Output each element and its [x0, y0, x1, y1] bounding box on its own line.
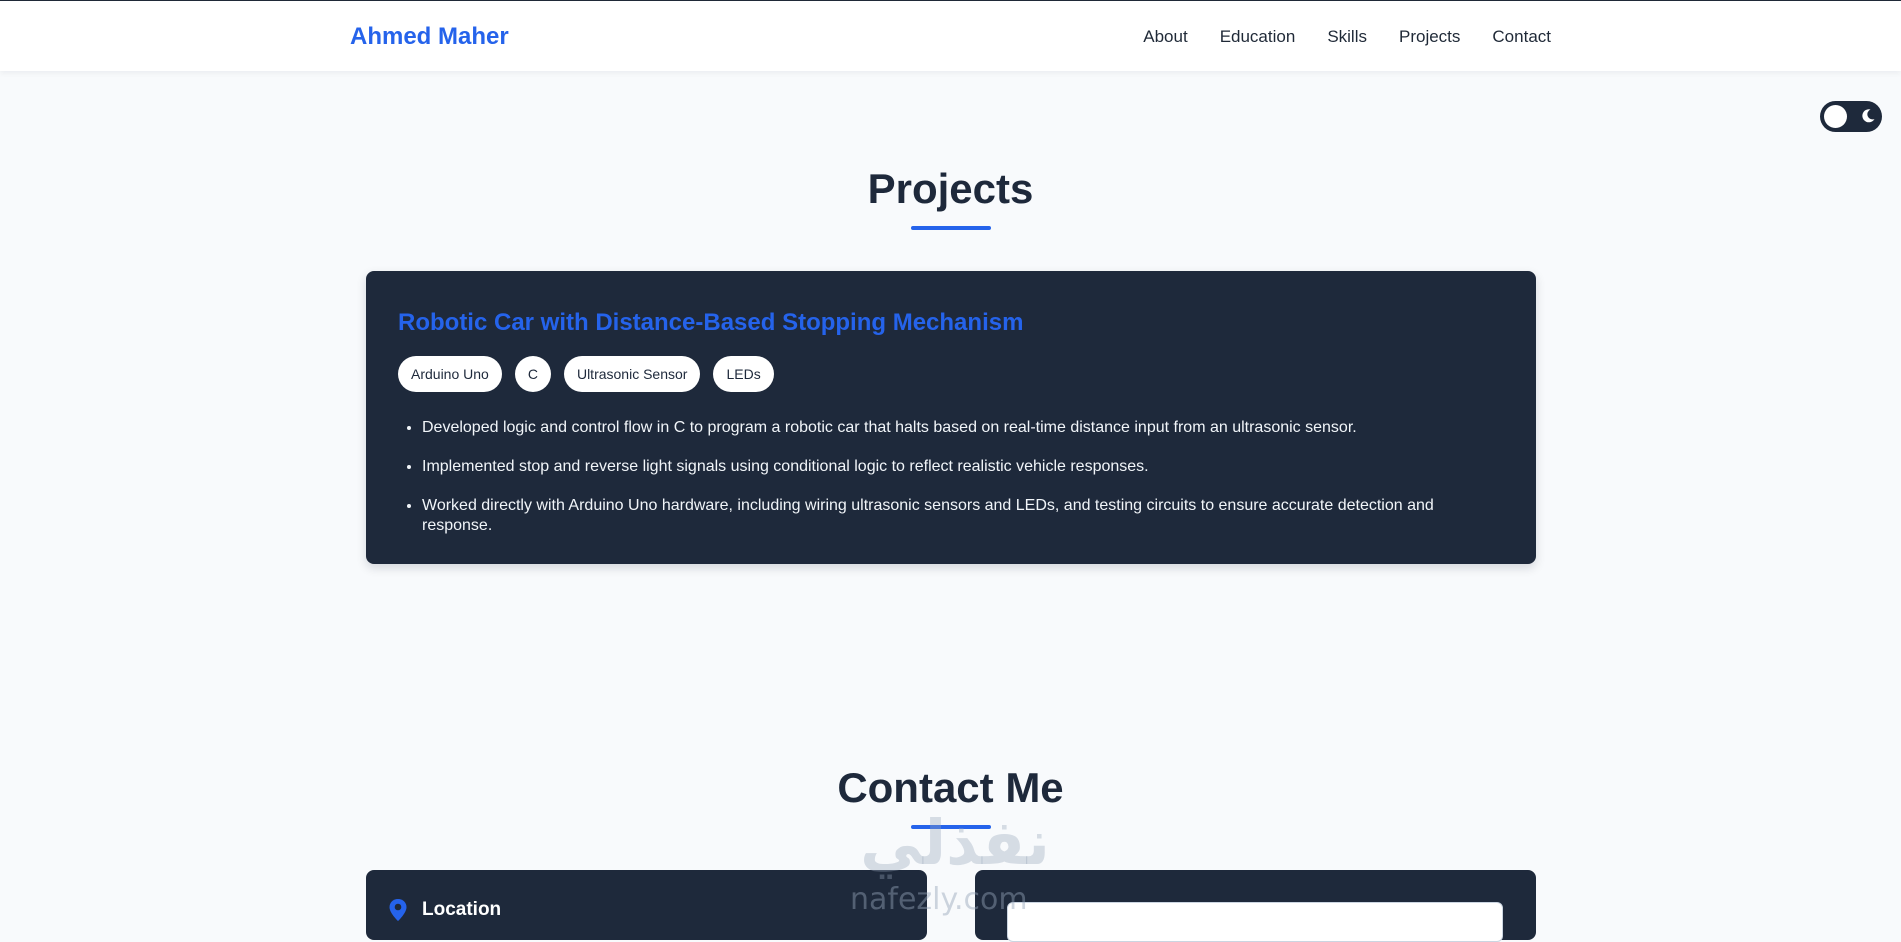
projects-heading-underline: [911, 226, 991, 230]
tag-leds: LEDs: [713, 356, 774, 392]
watermark-arabic-text: نفذلي: [860, 806, 1050, 879]
tag-c: C: [514, 356, 551, 392]
nav-projects[interactable]: Projects: [1399, 27, 1460, 47]
contact-heading-underline: [911, 825, 991, 829]
toggle-knob: [1824, 105, 1847, 128]
project-bullet: Implemented stop and reverse light signa…: [422, 457, 1504, 477]
project-title: Robotic Car with Distance-Based Stopping…: [398, 309, 1024, 336]
contact-form-card: [975, 870, 1536, 942]
location-row: Location: [388, 898, 501, 922]
nav-about[interactable]: About: [1143, 27, 1187, 47]
nav-education[interactable]: Education: [1220, 27, 1296, 47]
project-bullet: Developed logic and control flow in C to…: [422, 418, 1504, 438]
tag-arduino-uno: Arduino Uno: [398, 356, 502, 392]
projects-heading: Projects: [867, 165, 1034, 212]
contact-heading: Contact Me: [837, 764, 1064, 811]
project-bullet: Worked directly with Arduino Uno hardwar…: [422, 496, 1504, 536]
theme-toggle[interactable]: [1820, 101, 1882, 132]
brand-logo[interactable]: Ahmed Maher: [350, 23, 509, 51]
contact-info-card: Location: [366, 870, 927, 940]
project-tags: Arduino Uno C Ultrasonic Sensor LEDs: [398, 356, 1504, 392]
tag-ultrasonic-sensor: Ultrasonic Sensor: [563, 356, 701, 392]
nav-contact[interactable]: Contact: [1492, 27, 1551, 47]
project-card: Robotic Car with Distance-Based Stopping…: [366, 271, 1536, 564]
project-bullets: Developed logic and control flow in C to…: [398, 418, 1504, 536]
top-navbar: Ahmed Maher About Education Skills Proje…: [0, 0, 1901, 71]
location-pin-icon: [389, 899, 407, 921]
location-label: Location: [422, 899, 502, 920]
moon-icon: [1862, 109, 1875, 123]
nav-skills[interactable]: Skills: [1327, 27, 1367, 47]
contact-form-input[interactable]: [1007, 902, 1503, 942]
main-nav: About Education Skills Projects Contact: [1143, 27, 1551, 47]
